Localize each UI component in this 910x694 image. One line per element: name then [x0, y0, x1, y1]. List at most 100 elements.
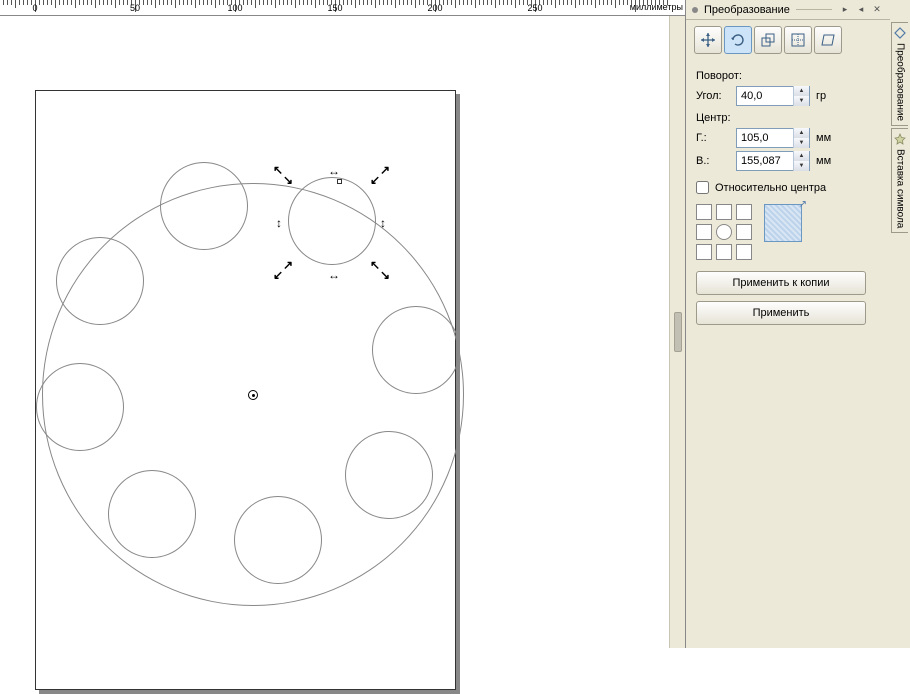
ruler-tick	[171, 0, 172, 5]
center-h-stepper-down[interactable]: ▼	[794, 138, 809, 148]
ruler-tick	[655, 0, 656, 8]
ruler-tick	[211, 0, 212, 5]
tab-insert-symbol[interactable]: Вставка символа	[891, 128, 908, 233]
small-circle[interactable]	[345, 431, 433, 519]
anchor-center[interactable]	[716, 224, 732, 240]
ruler-tick	[167, 0, 168, 5]
anchor-bl[interactable]	[696, 244, 712, 260]
ruler-tick	[59, 0, 60, 5]
center-v-spinner[interactable]: ▲ ▼	[736, 151, 810, 171]
ruler-tick	[523, 0, 524, 5]
rotate-handle-bottom[interactable]: ↔	[328, 268, 340, 282]
ruler-label: 50	[130, 3, 140, 13]
panel-menu-button[interactable]: ▸	[838, 3, 852, 17]
ruler-tick	[615, 0, 616, 8]
tab-skew[interactable]	[814, 26, 842, 54]
ruler-tick	[175, 0, 176, 8]
small-circle[interactable]	[160, 162, 248, 250]
ruler-tick	[663, 0, 664, 5]
rotation-center-marker[interactable]	[248, 390, 258, 400]
rotate-handle-tl[interactable]: ↘	[283, 173, 293, 187]
tab-scale[interactable]	[754, 26, 782, 54]
small-circle-selected[interactable]	[288, 177, 376, 265]
preview-arrow-icon: ↗	[799, 199, 807, 210]
rotate-handle-tr[interactable]: ↙	[370, 173, 380, 187]
rotate-handle-br[interactable]: ↘	[380, 268, 390, 282]
ruler-tick	[163, 0, 164, 5]
ruler-label: 200	[427, 3, 442, 13]
docker-vertical-tabs: Преобразование Вставка символа	[891, 22, 909, 235]
center-h-input[interactable]	[737, 130, 793, 146]
ruler-tick	[595, 0, 596, 8]
transform-icon	[894, 27, 906, 39]
ruler-tick	[419, 0, 420, 5]
small-circle[interactable]	[56, 237, 144, 325]
ruler-tick	[99, 0, 100, 5]
tab-position[interactable]	[694, 26, 722, 54]
rotate-handle-tr[interactable]: ↗	[380, 163, 390, 177]
ruler-tick	[19, 0, 20, 5]
anchor-br[interactable]	[736, 244, 752, 260]
rotate-handle-right[interactable]: ↕	[380, 216, 386, 230]
rotate-handle-br[interactable]: ↖	[370, 258, 380, 272]
rotate-handle-tl[interactable]: ↖	[273, 163, 283, 177]
rotate-handle-left[interactable]: ↕	[276, 216, 282, 230]
panel-menu-button[interactable]: ◂	[854, 3, 868, 17]
apply-to-copy-button[interactable]: Применить к копии	[696, 271, 866, 295]
ruler-tick	[119, 0, 120, 5]
docker-area: Преобразование Вставка символа Преобразо…	[685, 0, 910, 648]
rotate-handle-top[interactable]: ↔	[328, 164, 340, 178]
title-divider	[796, 9, 832, 10]
angle-spinner[interactable]: ▲ ▼	[736, 86, 810, 106]
angle-input[interactable]	[737, 88, 793, 104]
center-h-spinner[interactable]: ▲ ▼	[736, 128, 810, 148]
ruler-tick	[351, 0, 352, 5]
tab-size[interactable]	[784, 26, 812, 54]
center-v-stepper-down[interactable]: ▼	[794, 161, 809, 171]
anchor-b[interactable]	[716, 244, 732, 260]
ruler-tick	[47, 0, 48, 5]
apply-button[interactable]: Применить	[696, 301, 866, 325]
ruler-tick	[179, 0, 180, 5]
rotate-handle-bl[interactable]: ↙	[273, 268, 283, 282]
ruler-tick	[247, 0, 248, 5]
small-circle[interactable]	[234, 496, 322, 584]
ruler-tick	[371, 0, 372, 5]
panel-close-button[interactable]: ✕	[870, 3, 884, 17]
small-circle[interactable]	[372, 306, 460, 394]
relative-center-checkbox[interactable]	[696, 181, 709, 194]
rotate-handle-bl[interactable]: ↗	[283, 258, 293, 272]
ruler-tick	[363, 0, 364, 5]
anchor-l[interactable]	[696, 224, 712, 240]
angle-stepper-down[interactable]: ▼	[794, 96, 809, 106]
ruler-tick	[399, 0, 400, 5]
ruler-tick	[215, 0, 216, 8]
ruler-tick	[183, 0, 184, 5]
panel-collapse-dot[interactable]	[692, 7, 698, 13]
anchor-tr[interactable]	[736, 204, 752, 220]
ruler-tick	[571, 0, 572, 5]
vertical-scrollbar[interactable]	[669, 16, 685, 648]
ruler-tick	[651, 0, 652, 5]
small-circle[interactable]	[108, 470, 196, 558]
center-v-input[interactable]	[737, 153, 793, 169]
ruler-label: 100	[227, 3, 242, 13]
anchor-tl[interactable]	[696, 204, 712, 220]
ruler-tick	[575, 0, 576, 8]
ruler-tick	[151, 0, 152, 5]
center-v-stepper-up[interactable]: ▲	[794, 151, 809, 161]
ruler-tick	[191, 0, 192, 5]
center-h-stepper-up[interactable]: ▲	[794, 128, 809, 138]
small-circle[interactable]	[36, 363, 124, 451]
anchor-t[interactable]	[716, 204, 732, 220]
ruler-tick	[387, 0, 388, 5]
tab-transform[interactable]: Преобразование	[891, 22, 908, 126]
angle-stepper-up[interactable]: ▲	[794, 86, 809, 96]
anchor-r[interactable]	[736, 224, 752, 240]
canvas-area[interactable]: ↖ ↘ ↔ ↗ ↙ ↕ ↕ ↙ ↗ ↔ ↘ ↖	[0, 16, 685, 648]
scrollbar-thumb[interactable]	[674, 312, 682, 352]
tab-rotate[interactable]	[724, 26, 752, 54]
ruler-tick	[275, 0, 276, 8]
ruler-tick	[647, 0, 648, 5]
ruler-tick	[39, 0, 40, 5]
